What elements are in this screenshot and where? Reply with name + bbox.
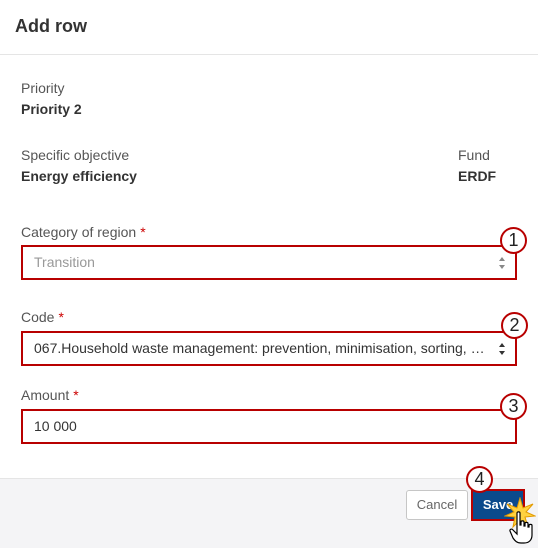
fund-label: Fund	[458, 147, 490, 163]
dialog-title: Add row	[15, 16, 87, 36]
callout-3: 3	[500, 393, 527, 420]
specific-objective-label: Specific objective	[21, 147, 130, 163]
required-marker: *	[73, 387, 79, 403]
category-of-region-label-text: Category of region	[21, 224, 137, 240]
priority-label: Priority	[21, 80, 65, 96]
category-of-region-selected: Transition	[34, 254, 95, 270]
callout-1: 1	[500, 227, 527, 254]
callout-2: 2	[501, 312, 528, 339]
cancel-button[interactable]: Cancel	[406, 490, 468, 520]
select-caret-icon	[499, 257, 505, 269]
code-selected: 067.Household waste management: preventi…	[34, 340, 515, 356]
category-of-region-select[interactable]: Transition	[21, 245, 517, 280]
amount-label: Amount *	[21, 387, 79, 403]
priority-value: Priority 2	[21, 101, 82, 117]
code-label: Code *	[21, 309, 64, 325]
code-label-text: Code	[21, 309, 55, 325]
required-marker: *	[58, 309, 64, 325]
specific-objective-value: Energy efficiency	[21, 168, 137, 184]
callout-4: 4	[466, 466, 493, 493]
required-marker: *	[140, 224, 146, 240]
fund-value: ERDF	[458, 168, 497, 184]
amount-input[interactable]: 10 000	[21, 409, 517, 444]
dialog-header: Add row	[0, 0, 538, 55]
category-of-region-label: Category of region *	[21, 224, 146, 240]
hand-cursor-icon	[509, 511, 533, 544]
code-select[interactable]: 067.Household waste management: preventi…	[21, 331, 517, 366]
select-caret-icon	[499, 343, 505, 355]
amount-label-text: Amount	[21, 387, 70, 403]
